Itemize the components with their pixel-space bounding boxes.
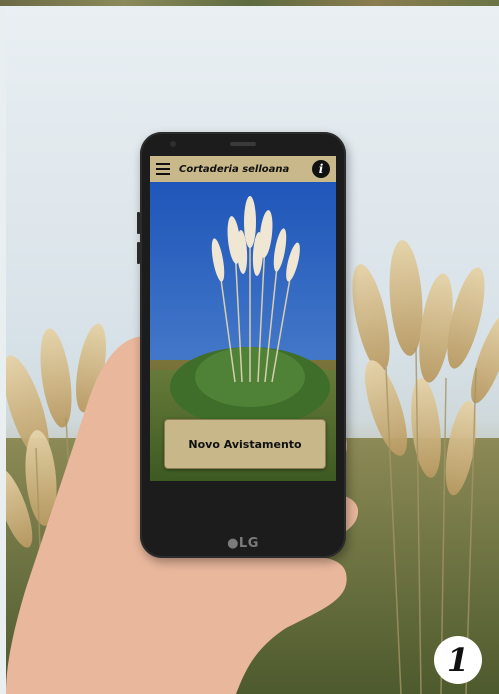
step-number-badge: 1 <box>434 636 482 684</box>
new-sighting-button[interactable]: Novo Avistamento <box>164 419 326 469</box>
hamburger-menu-icon[interactable] <box>156 163 170 175</box>
app-bar: Cortaderia selloana i <box>150 156 336 182</box>
info-icon[interactable]: i <box>312 160 330 178</box>
volume-down-button <box>137 242 140 264</box>
top-border-strip <box>0 0 499 6</box>
device-brand-logo: ●LG <box>227 536 259 551</box>
volume-up-button <box>137 212 140 234</box>
earpiece-speaker <box>230 142 256 146</box>
app-title: Cortaderia selloana <box>179 163 290 175</box>
front-camera <box>170 141 176 147</box>
smartphone: Cortaderia selloana i Novo Avistamento ●… <box>137 132 346 558</box>
phone-screen: Cortaderia selloana i Novo Avistamento <box>150 156 336 481</box>
